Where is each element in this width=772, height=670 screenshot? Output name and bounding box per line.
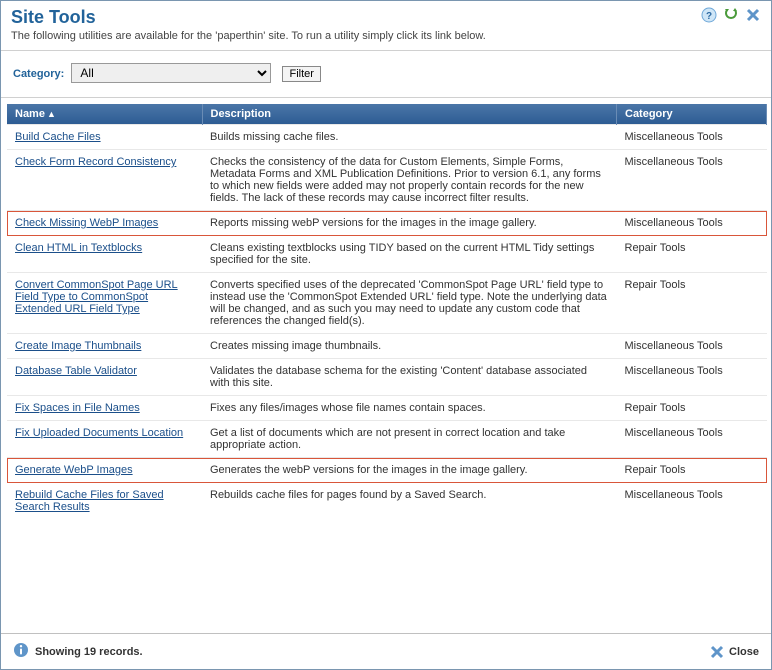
col-name[interactable]: Name▲ [7,104,202,125]
tool-link[interactable]: Fix Uploaded Documents Location [15,427,183,439]
table-scroll[interactable]: Name▲ Description Category Build Cache F… [7,104,767,616]
category-label: Category: [13,68,64,80]
record-count: Showing 19 records. [35,646,143,658]
tools-table: Name▲ Description Category Build Cache F… [7,104,767,519]
tool-desc: Reports missing webP versions for the im… [202,211,617,236]
tool-link[interactable]: Database Table Validator [15,365,137,377]
tool-desc: Creates missing image thumbnails. [202,334,617,359]
tool-category: Miscellaneous Tools [617,125,767,150]
tool-link[interactable]: Build Cache Files [15,131,101,143]
tool-link[interactable]: Create Image Thumbnails [15,340,141,352]
table-row: Convert CommonSpot Page URL Field Type t… [7,273,767,334]
tool-desc: Get a list of documents which are not pr… [202,421,617,458]
tool-category: Repair Tools [617,396,767,421]
tool-desc: Generates the webP versions for the imag… [202,458,617,483]
tool-desc: Validates the database schema for the ex… [202,359,617,396]
info-icon [13,642,29,661]
help-icon[interactable]: ? [701,7,717,26]
tool-link[interactable]: Generate WebP Images [15,464,133,476]
table-row: Database Table Validator Validates the da… [7,359,767,396]
page-title: Site Tools [11,7,761,28]
category-select[interactable]: All [71,63,271,83]
table-row: Clean HTML in Textblocks Cleans existing … [7,236,767,273]
table-row: Fix Uploaded Documents Location Get a lis… [7,421,767,458]
table-row: Create Image Thumbnails Creates missing i… [7,334,767,359]
tool-category: Repair Tools [617,458,767,483]
filter-bar: Category: All Filter [1,51,771,98]
tool-desc: Fixes any files/images whose file names … [202,396,617,421]
svg-text:?: ? [706,11,712,22]
tool-category: Miscellaneous Tools [617,211,767,236]
tool-link[interactable]: Convert CommonSpot Page URL Field Type t… [15,279,178,315]
tool-desc: Cleans existing textblocks using TIDY ba… [202,236,617,273]
tool-category: Miscellaneous Tools [617,421,767,458]
table-row: Rebuild Cache Files for Saved Search Res… [7,483,767,520]
table-row: Check Form Record Consistency Checks the … [7,150,767,211]
close-icon[interactable] [745,7,761,26]
tool-category: Repair Tools [617,236,767,273]
tool-link[interactable]: Check Missing WebP Images [15,217,158,229]
tool-link[interactable]: Rebuild Cache Files for Saved Search Res… [15,489,164,513]
tool-desc: Builds missing cache files. [202,125,617,150]
tool-desc: Checks the consistency of the data for C… [202,150,617,211]
col-category[interactable]: Category [617,104,767,125]
table-row: Fix Spaces in File Names Fixes any files/… [7,396,767,421]
tool-link[interactable]: Fix Spaces in File Names [15,402,140,414]
close-label: Close [729,646,759,658]
footer-bar: Showing 19 records. Close [1,633,771,669]
tool-category: Miscellaneous Tools [617,483,767,520]
col-description[interactable]: Description [202,104,617,125]
tool-category: Miscellaneous Tools [617,334,767,359]
filter-button[interactable]: Filter [282,66,320,82]
tool-desc: Converts specified uses of the deprecate… [202,273,617,334]
sort-asc-icon: ▲ [47,109,56,119]
tool-desc: Rebuilds cache files for pages found by … [202,483,617,520]
tool-category: Repair Tools [617,273,767,334]
table-row: Generate WebP Images Generates the webP v… [7,458,767,483]
tool-category: Miscellaneous Tools [617,150,767,211]
table-row: Check Missing WebP Images Reports missing… [7,211,767,236]
close-button[interactable]: Close [709,644,759,660]
page-subtitle: The following utilities are available fo… [11,30,761,42]
tool-link[interactable]: Check Form Record Consistency [15,156,176,168]
refresh-icon[interactable] [723,7,739,26]
tool-category: Miscellaneous Tools [617,359,767,396]
tool-link[interactable]: Clean HTML in Textblocks [15,242,142,254]
table-row: Build Cache Files Builds missing cache fi… [7,125,767,150]
